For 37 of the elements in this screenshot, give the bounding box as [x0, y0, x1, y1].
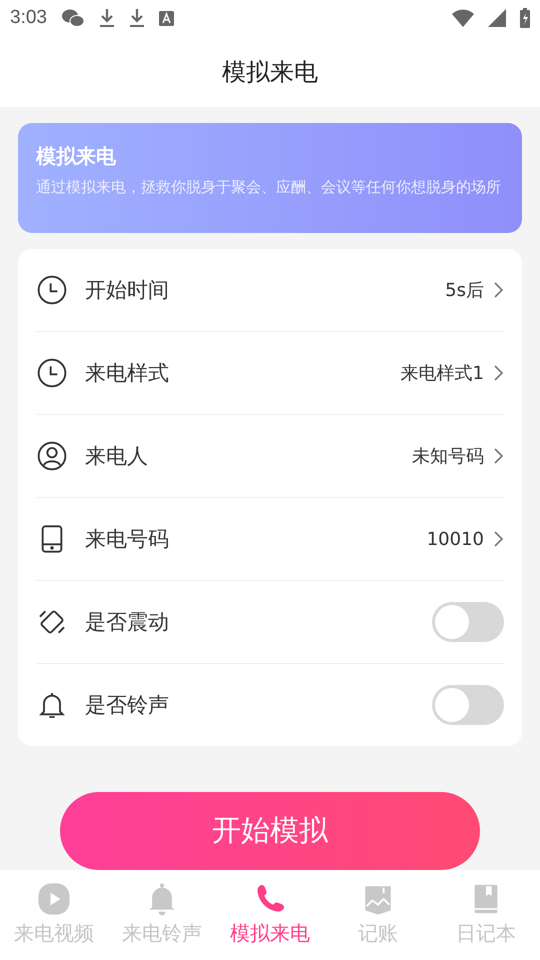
- setting-label: 是否铃声: [85, 692, 170, 719]
- chevron-icon: [492, 280, 504, 300]
- status-time: 3:03: [10, 7, 47, 29]
- tab-item[interactable]: 日记本: [456, 920, 516, 947]
- start-button[interactable]: 开始模拟: [60, 792, 480, 870]
- chat-bubbles-icon: [60, 8, 85, 28]
- setting-value[interactable]: 来电样式1: [400, 361, 484, 385]
- tab-item[interactable]: 记账: [358, 920, 398, 947]
- tab-item[interactable]: 来电视频: [14, 920, 94, 947]
- toggle-switch[interactable]: [432, 685, 504, 725]
- setting-value[interactable]: 5s后: [445, 278, 484, 302]
- setting-value[interactable]: 未知号码: [412, 444, 484, 468]
- setting-label: 是否震动: [85, 609, 170, 636]
- clock-icon: [36, 357, 68, 389]
- setting-value[interactable]: 10010: [426, 528, 484, 550]
- banner-description: 通过模拟来电，拯救你脱身于聚会、应酬、会议等任何你想脱身的场所: [36, 177, 502, 198]
- play-icon: [37, 882, 71, 916]
- setting-label: 来电样式: [85, 360, 170, 387]
- page-title: 模拟来电: [222, 56, 318, 88]
- tab-item[interactable]: 模拟来电: [230, 920, 310, 947]
- banner-title: 模拟来电: [36, 143, 117, 170]
- tab-item[interactable]: 来电铃声: [122, 920, 202, 947]
- chevron-icon: [492, 529, 504, 549]
- signal-icon: [488, 9, 506, 27]
- toggle-switch[interactable]: [432, 602, 504, 642]
- wifi-icon: [452, 9, 474, 27]
- clock-icon: [36, 274, 68, 306]
- battery-icon: [520, 8, 530, 28]
- download-icon: [128, 8, 145, 28]
- download-icon: [98, 8, 115, 28]
- chevron-icon: [492, 363, 504, 383]
- keyboard-icon: [158, 10, 174, 26]
- setting-label: 来电人: [85, 443, 149, 470]
- setting-label: 开始时间: [85, 277, 170, 304]
- setting-label: 来电号码: [85, 526, 170, 553]
- chevron-icon: [492, 446, 504, 466]
- person-icon: [36, 440, 68, 472]
